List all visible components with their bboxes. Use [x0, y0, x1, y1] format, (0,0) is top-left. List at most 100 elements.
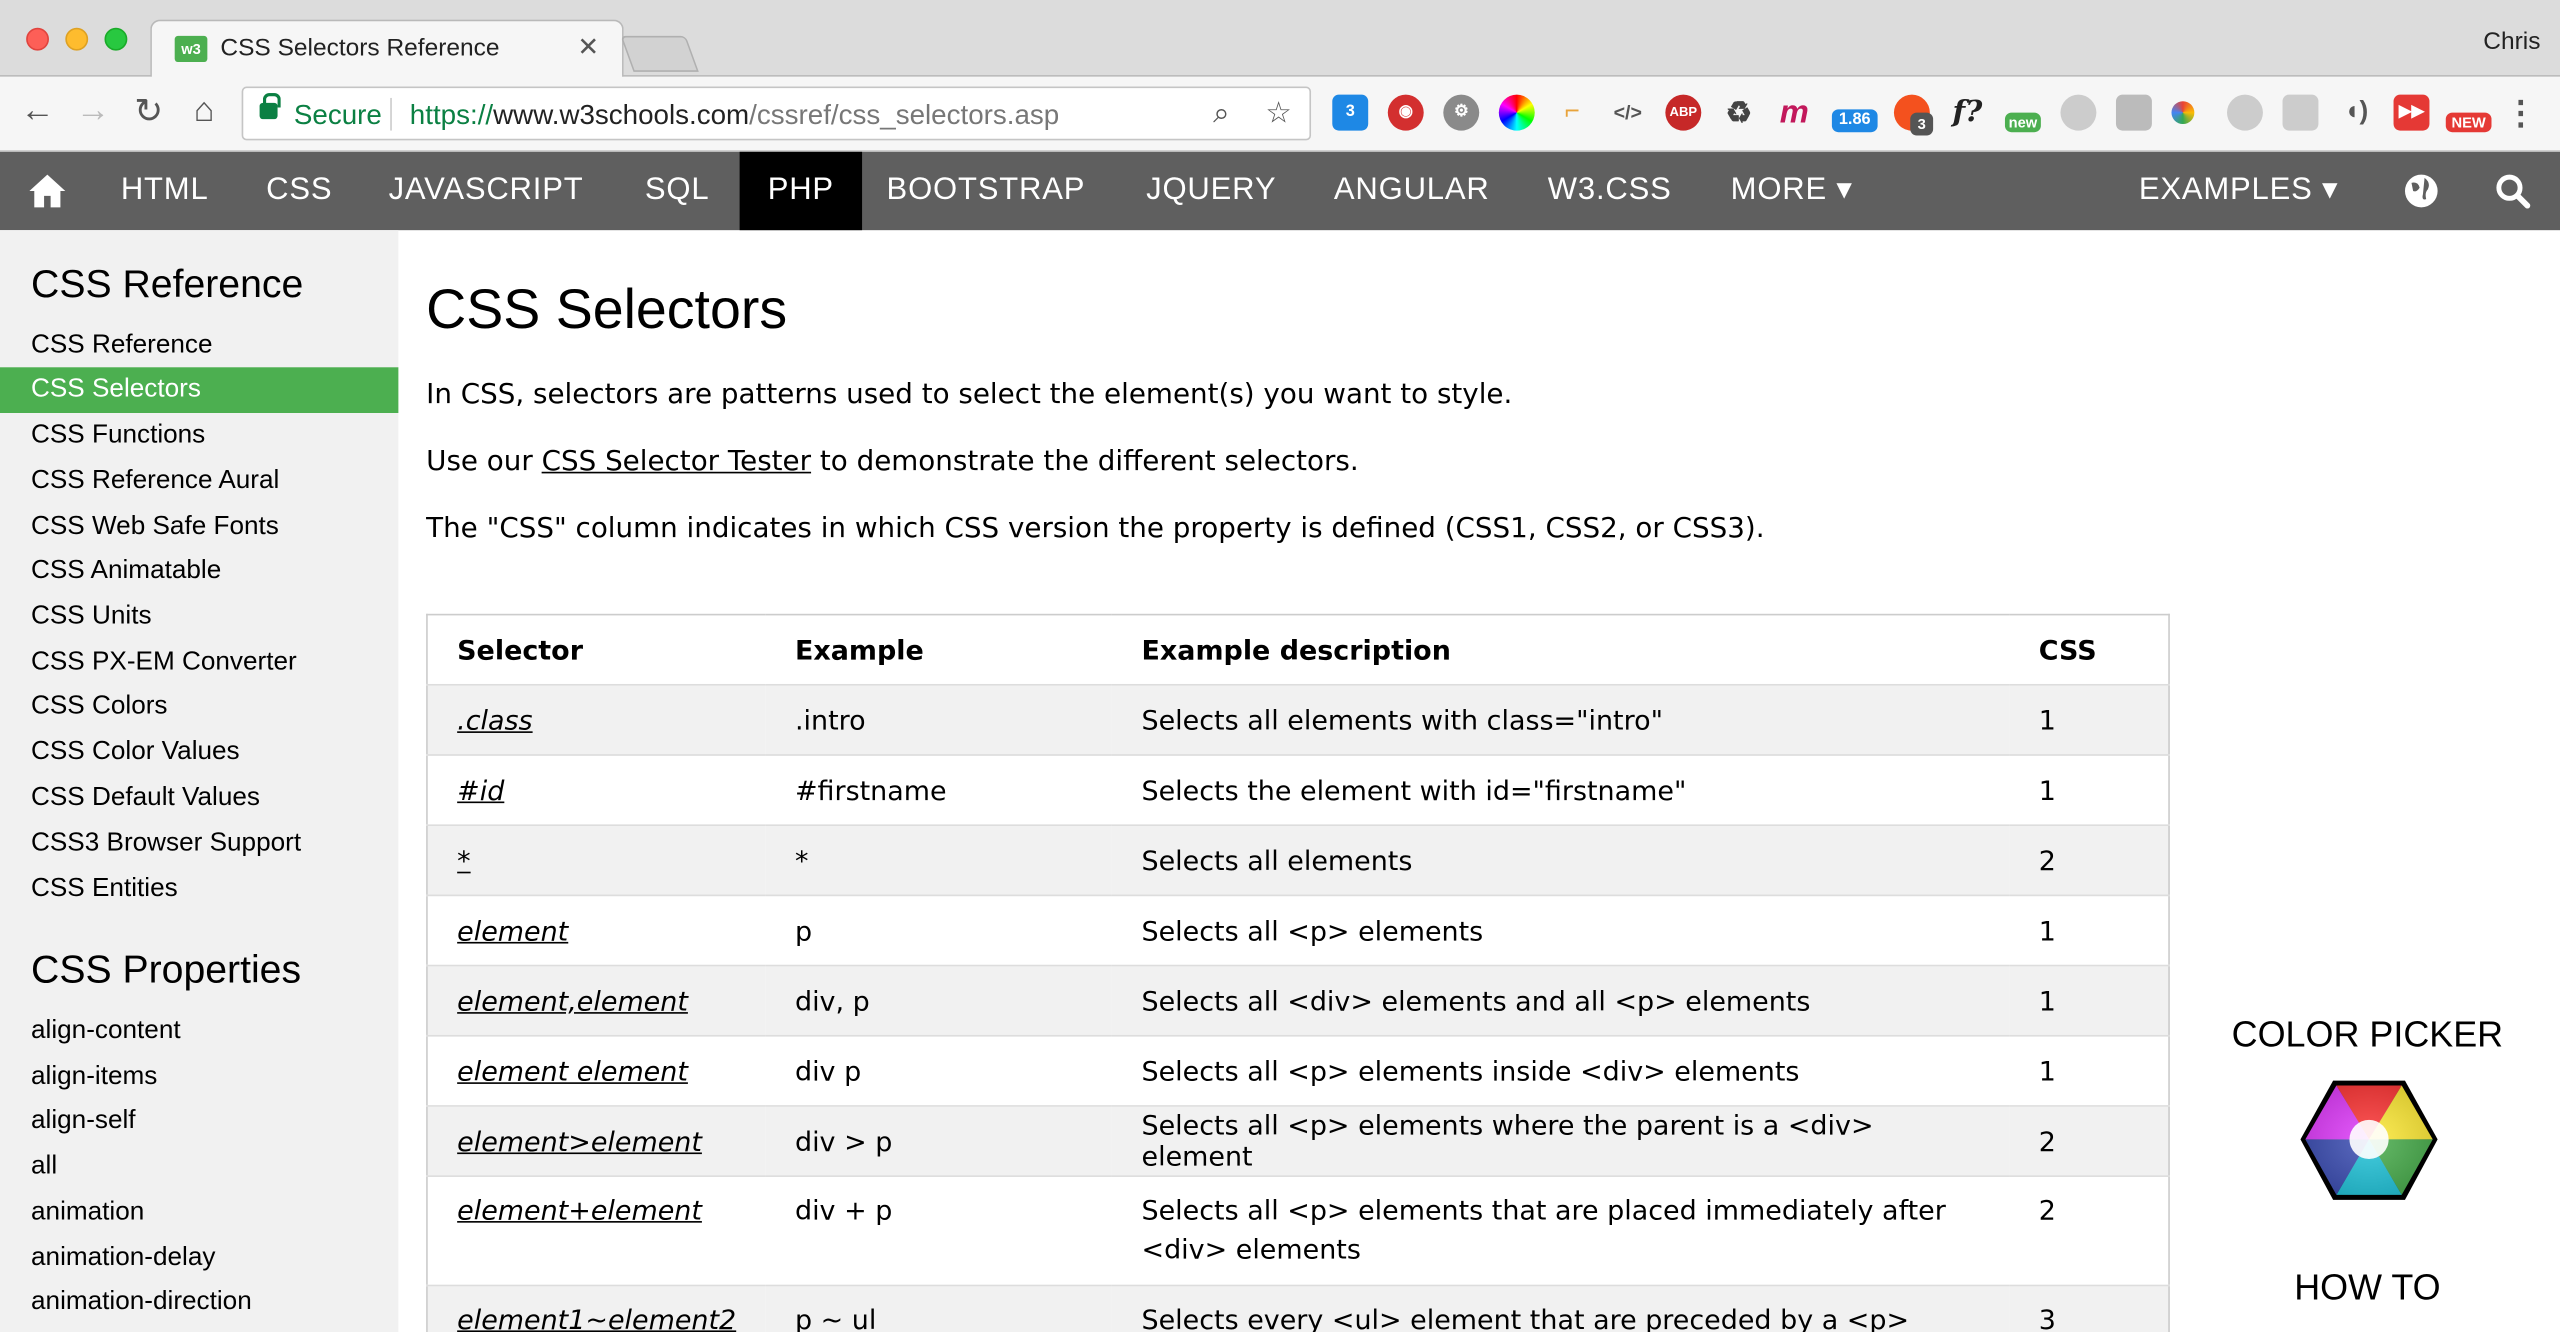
nav-php[interactable]: PHP [739, 151, 863, 231]
sidebar-item-css-reference[interactable]: CSS Reference [0, 323, 398, 369]
sidebar-heading: CSS Properties [31, 948, 302, 993]
address-bar[interactable]: Secure https://www.w3schools.com/cssref/… [241, 86, 1312, 141]
selector-link[interactable]: #id [457, 775, 504, 806]
nav-html[interactable]: HTML [121, 152, 209, 230]
sidebar-item-entities[interactable]: CSS Entities [0, 867, 398, 913]
nav-sql[interactable]: SQL [645, 152, 710, 230]
new-badge[interactable]: new [2004, 112, 2041, 133]
sidebar-item-all[interactable]: all [0, 1144, 398, 1190]
color-picker-hexagon-icon[interactable] [2299, 1079, 2439, 1201]
how-to-heading[interactable]: HOW TO [2204, 1267, 2531, 1309]
home-icon[interactable] [28, 173, 67, 209]
selector-cell: element+element [426, 1176, 766, 1287]
selector-link[interactable]: element [457, 915, 568, 946]
sidebar-item-align-items[interactable]: align-items [0, 1055, 398, 1101]
css3-extension-icon[interactable]: 3 [1332, 94, 1369, 131]
selector-cell: element element [426, 1035, 766, 1107]
sidebar-item-css-reference-aural[interactable]: CSS Reference Aural [0, 459, 398, 505]
selector-link[interactable]: element>element [457, 1126, 702, 1157]
speed-badge[interactable]: 1.86 [1831, 109, 1878, 133]
nav-javascript[interactable]: JAVASCRIPT [389, 152, 584, 230]
nav-angular[interactable]: ANGULAR [1334, 152, 1490, 230]
close-window-button[interactable] [26, 27, 49, 51]
sidebar-item-default-values[interactable]: CSS Default Values [0, 775, 398, 821]
bookmark-star-icon[interactable]: ☆ [1265, 96, 1291, 130]
css-selector-tester-link[interactable]: CSS Selector Tester [542, 446, 811, 479]
chrome-extension-icon[interactable] [2171, 101, 2195, 125]
settings-extension-icon[interactable]: ⚙ [1443, 94, 1480, 131]
nav-jquery[interactable]: JQUERY [1146, 152, 1276, 230]
description-cell: Selects all <p> elements that are placed… [1112, 1176, 2010, 1287]
audio-extension-icon[interactable]: ◖) [2338, 95, 2374, 131]
lock-icon [259, 93, 281, 120]
selector-link[interactable]: element1~element2 [457, 1304, 736, 1332]
extension-icon[interactable] [2227, 94, 2263, 131]
url-text[interactable]: https://www.w3schools.com/cssref/css_sel… [410, 100, 1059, 133]
sidebar-item-units[interactable]: CSS Units [0, 594, 398, 640]
example-cell: #firstname [765, 754, 1113, 826]
font-extension-icon[interactable]: f? [1949, 95, 1985, 131]
description-cell: Selects all <p> elements inside <div> el… [1112, 1035, 2010, 1107]
sidebar-item-align-self[interactable]: align-self [0, 1099, 398, 1145]
recycle-extension-icon[interactable]: ♻ [1721, 95, 1757, 131]
table-header-row: Selector Example Example description CSS [426, 614, 2170, 686]
description-cell: Selects the element with id="firstname" [1112, 754, 2010, 826]
example-cell: p [765, 895, 1113, 967]
profile-name[interactable]: Chris [2483, 28, 2540, 56]
selector-link[interactable]: element,element [457, 985, 688, 1016]
sidebar-item-web-safe-fonts[interactable]: CSS Web Safe Fonts [0, 504, 398, 550]
color-picker-heading[interactable]: COLOR PICKER [2204, 1014, 2531, 1056]
minimize-window-button[interactable] [65, 27, 89, 51]
reload-icon[interactable]: ↻ [127, 91, 169, 132]
extension-icon[interactable] [2115, 94, 2152, 131]
sidebar-item-browser-support[interactable]: CSS3 Browser Support [0, 821, 398, 867]
selector-cell: element [426, 895, 766, 967]
tab-close-icon[interactable]: ✕ [577, 31, 599, 64]
forward-arrow-icon[interactable]: → [72, 91, 114, 130]
nav-bootstrap[interactable]: BOOTSTRAP [887, 152, 1086, 230]
zoom-search-icon[interactable]: ⌕ [1213, 96, 1229, 130]
ublock-extension-icon[interactable]: ◉ [1387, 94, 1424, 131]
nav-examples[interactable]: EXAMPLES ▾ [2139, 152, 2339, 230]
selector-link[interactable]: * [457, 845, 470, 876]
sidebar-item-animation-delay[interactable]: animation-delay [0, 1236, 398, 1282]
selector-link[interactable]: element+element [457, 1195, 702, 1226]
zoom-window-button[interactable] [104, 27, 128, 51]
sidebar-item-colors[interactable]: CSS Colors [0, 684, 398, 730]
sidebar-item-animation-direction[interactable]: animation-direction [0, 1280, 398, 1326]
css-version-cell: 1 [2009, 754, 2170, 826]
extension-icon[interactable] [2060, 94, 2097, 131]
back-arrow-icon[interactable]: ← [16, 91, 58, 130]
menu-dots-icon[interactable]: ⋮ [2505, 93, 2538, 134]
nav-w3css[interactable]: W3.CSS [1548, 152, 1672, 230]
selector-cell: .class [426, 684, 766, 756]
ruler-extension-icon[interactable]: ⌐ [1554, 95, 1590, 131]
new-badge[interactable]: NEW [2445, 112, 2492, 133]
sidebar-item-color-values[interactable]: CSS Color Values [0, 730, 398, 776]
sidebar-item-css-selectors[interactable]: CSS Selectors [0, 367, 399, 413]
sidebar-item-animation[interactable]: animation [0, 1190, 398, 1236]
sidebar-item-animatable[interactable]: CSS Animatable [0, 548, 398, 594]
m-extension-icon[interactable]: m [1776, 95, 1812, 131]
extension-icon[interactable] [2282, 94, 2319, 131]
selector-link[interactable]: .class [457, 704, 532, 735]
color-wheel-extension-icon[interactable] [1498, 94, 1535, 131]
search-icon[interactable] [2495, 173, 2531, 209]
tester-prefix: Use our [426, 445, 542, 479]
globe-icon[interactable] [2403, 173, 2439, 209]
nav-more[interactable]: MORE ▾ [1731, 152, 1853, 230]
sidebar-item-px-em-converter[interactable]: CSS PX-EM Converter [0, 640, 398, 686]
new-tab-button[interactable] [620, 35, 699, 72]
code-extension-icon[interactable]: </> [1610, 95, 1646, 131]
video-extension-icon[interactable]: ▶▶ [2393, 94, 2430, 131]
nav-css[interactable]: CSS [266, 152, 332, 230]
browser-tab[interactable]: w3 CSS Selectors Reference ✕ [150, 19, 624, 79]
selector-link[interactable]: element element [457, 1055, 688, 1086]
sidebar-item-css-functions[interactable]: CSS Functions [0, 413, 398, 459]
example-cell: * [765, 825, 1113, 897]
description-cell: Selects all elements with class="intro" [1112, 684, 2010, 756]
home-icon[interactable]: ⌂ [183, 91, 225, 130]
adblock-plus-icon[interactable]: ABP [1665, 94, 1702, 131]
css-version-cell: 3 [2009, 1285, 2170, 1332]
sidebar-item-align-content[interactable]: align-content [0, 1009, 398, 1055]
